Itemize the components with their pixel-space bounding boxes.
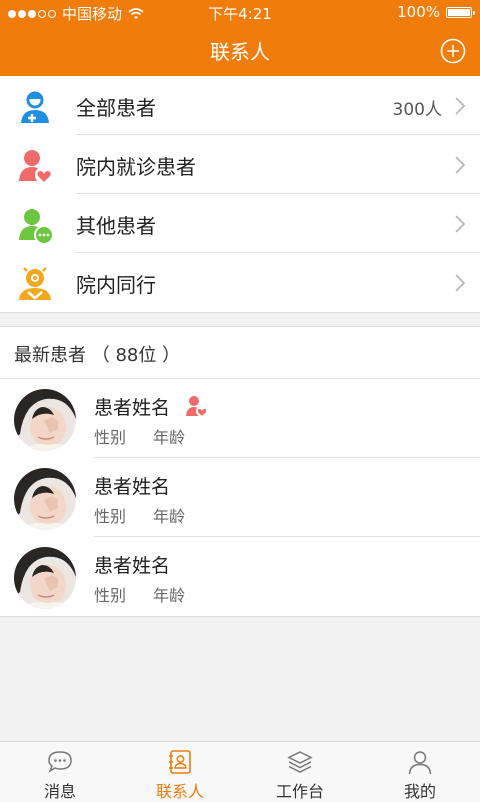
avatar (14, 547, 76, 609)
patient-age: 年龄 (153, 586, 186, 605)
group-label: 院内同行 (76, 273, 156, 297)
contact-groups: 全部患者 300人 院内就诊患者 其他患者 院内同行 (0, 76, 480, 313)
page-title: 联系人 (210, 40, 270, 64)
patient-gender: 性别 (94, 507, 127, 526)
battery-percent: 100% (397, 3, 440, 21)
contacts-icon (169, 750, 191, 774)
tab-label: 联系人 (155, 782, 204, 801)
section-header: 最新患者 （ 88位 ） (0, 327, 480, 379)
avatar (14, 468, 76, 530)
tab-label: 我的 (403, 782, 436, 801)
tab-label: 工作台 (275, 782, 324, 801)
patient-row[interactable]: 患者姓名 性别 年龄 (0, 458, 480, 537)
chevron-right-icon (455, 156, 466, 174)
group-label: 其他患者 (76, 214, 156, 238)
layers-icon (287, 751, 313, 773)
group-all-patients[interactable]: 全部患者 300人 (0, 76, 480, 135)
patient-gender: 性别 (94, 428, 127, 447)
patient-name: 患者姓名 (94, 555, 171, 577)
latest-patients-section: 最新患者 （ 88位 ） 患者姓名 性别 年龄 患者姓名 性别 年龄 患者姓名 … (0, 326, 480, 617)
group-colleagues[interactable]: 院内同行 (0, 253, 480, 312)
chat-bubble-icon (48, 751, 72, 773)
group-other-patients[interactable]: 其他患者 (0, 194, 480, 253)
colleague-icon (19, 267, 51, 300)
tab-bar: 消息 联系人 工作台 我的 (0, 741, 480, 801)
doctor-icon (21, 91, 49, 123)
patient-more-icon (19, 209, 54, 244)
group-label: 全部患者 (76, 96, 156, 120)
patient-name: 患者姓名 (94, 397, 171, 419)
group-count: 300人 (392, 100, 442, 120)
chevron-right-icon (455, 215, 466, 233)
avatar (14, 389, 76, 451)
battery-icon (446, 6, 475, 18)
tab-workbench[interactable]: 工作台 (240, 742, 360, 801)
patient-row[interactable]: 患者姓名 性别 年龄 (0, 537, 480, 616)
tab-mine[interactable]: 我的 (360, 742, 480, 801)
tab-messages[interactable]: 消息 (0, 742, 120, 801)
top-bar: 中国移动 下午4:21 100% 联系人 (0, 0, 480, 76)
tab-label: 消息 (43, 782, 76, 801)
patient-age: 年龄 (153, 507, 186, 526)
group-label: 院内就诊患者 (76, 155, 196, 179)
patient-heart-icon (186, 396, 208, 417)
user-icon (408, 751, 432, 775)
patient-heart-icon (19, 150, 53, 184)
patient-gender: 性别 (94, 586, 127, 605)
patient-name: 患者姓名 (94, 476, 171, 498)
group-inhospital-patients[interactable]: 院内就诊患者 (0, 135, 480, 194)
tab-contacts[interactable]: 联系人 (120, 742, 240, 801)
patient-row[interactable]: 患者姓名 性别 年龄 (0, 379, 480, 458)
chevron-right-icon (455, 274, 466, 292)
patient-age: 年龄 (153, 428, 186, 447)
status-bar: 中国移动 下午4:21 100% (0, 0, 480, 24)
add-contact-button[interactable] (440, 38, 466, 64)
section-title: 最新患者 （ 88位 ） (14, 345, 181, 366)
chevron-right-icon (455, 97, 466, 115)
